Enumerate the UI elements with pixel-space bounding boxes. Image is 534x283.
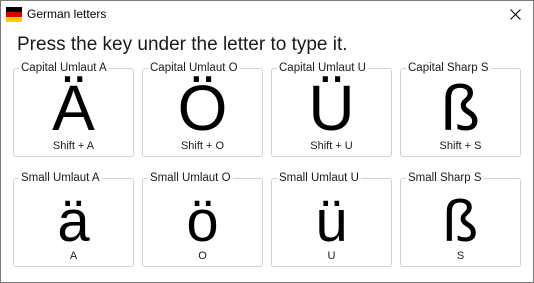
key-label: Small Sharp S — [406, 171, 484, 185]
key-letter: ß — [440, 72, 481, 144]
key-small-umlaut-o[interactable]: Small Umlaut O ö O — [142, 171, 263, 267]
title-bar[interactable]: German letters — [1, 1, 533, 31]
key-capital-umlaut-o[interactable]: Capital Umlaut O Ö Shift + O — [142, 61, 263, 157]
key-capital-umlaut-a[interactable]: Capital Umlaut A Ä Shift + A — [13, 61, 134, 157]
key-letter: ä — [57, 189, 90, 254]
key-label: Small Umlaut U — [277, 171, 361, 185]
key-shortcut: Shift + A — [52, 140, 95, 152]
close-button[interactable] — [497, 1, 533, 29]
key-small-umlaut-a[interactable]: Small Umlaut A ä A — [13, 171, 134, 267]
key-shortcut: Shift + U — [310, 140, 353, 152]
key-letter: ü — [315, 189, 348, 254]
key-letter: ö — [186, 189, 219, 254]
key-small-umlaut-u[interactable]: Small Umlaut U ü U — [271, 171, 392, 267]
key-shortcut: A — [69, 250, 78, 262]
key-letter: Ö — [177, 72, 228, 144]
key-letter: Ä — [52, 72, 95, 144]
key-capital-umlaut-u[interactable]: Capital Umlaut U Ü Shift + U — [271, 61, 392, 157]
key-letter: Ü — [308, 72, 355, 144]
letter-grid: Capital Umlaut A Ä Shift + A Capital Uml… — [13, 61, 525, 275]
key-label: Small Umlaut O — [148, 171, 233, 185]
key-shortcut: S — [456, 250, 465, 262]
close-icon — [510, 9, 521, 20]
key-letter: ß — [442, 189, 479, 254]
key-shortcut: Shift + S — [439, 140, 482, 152]
german-flag-icon — [6, 7, 22, 22]
app-window: German letters Press the key under the l… — [0, 0, 534, 283]
key-shortcut: Shift + O — [180, 140, 225, 152]
key-label: Small Umlaut A — [19, 171, 102, 185]
key-shortcut: U — [327, 250, 336, 262]
key-shortcut: O — [198, 250, 207, 262]
key-small-sharp-s[interactable]: Small Sharp S ß S — [400, 171, 521, 267]
key-capital-sharp-s[interactable]: Capital Sharp S ß Shift + S — [400, 61, 521, 157]
window-title: German letters — [27, 7, 107, 21]
instruction-text: Press the key under the letter to type i… — [17, 34, 348, 55]
